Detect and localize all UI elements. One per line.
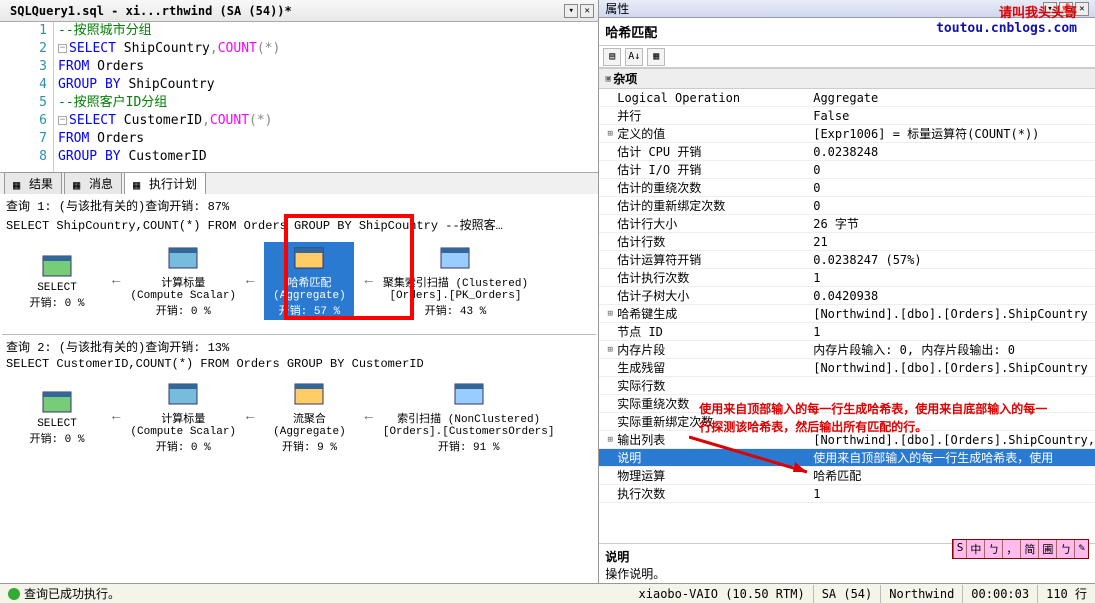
plan-node-select[interactable]: SELECT开销: 0 % [12, 252, 102, 310]
plan-arrow-icon: ← [364, 273, 372, 289]
property-row[interactable]: 估计行大小26 字节 [599, 215, 1095, 233]
status-segment: 00:00:03 [962, 585, 1037, 603]
execution-plan-panel: 查询 1: (与该批有关的)查询开销: 87%SELECT ShipCountr… [0, 194, 598, 583]
msg-icon: ▦ [73, 178, 85, 190]
property-row[interactable]: 估计子树大小0.0420938 [599, 287, 1095, 305]
plan-arrow-icon: ← [112, 409, 120, 425]
code-content[interactable]: --按照城市分组−SELECT ShipCountry,COUNT(*)FROM… [54, 22, 598, 172]
properties-pane: 请叫我头头哥 toutou.cnblogs.com 属性 ▾ 📌 ✕ 哈希匹配 … [599, 0, 1095, 583]
property-row[interactable]: 估计 CPU 开销0.0238248 [599, 143, 1095, 161]
ime-button[interactable]: S [953, 540, 967, 558]
status-segment: xiaobo-VAIO (10.50 RTM) [631, 585, 813, 603]
line-gutter: 12345678 [0, 22, 54, 172]
plan-arrow-icon: ← [364, 409, 372, 425]
tab-结果[interactable]: ▦结果 [4, 172, 62, 194]
plan-arrow-icon: ← [112, 273, 120, 289]
plan-node-cidx[interactable]: 聚集索引扫描 (Clustered)[Orders].[PK_Orders]开销… [383, 244, 528, 318]
success-icon [8, 588, 20, 600]
property-row[interactable]: 执行次数1 [599, 485, 1095, 503]
editor-pane: SQLQuery1.sql - xi...rthwind (SA (54))* … [0, 0, 599, 583]
query-header: 查询 1: (与该批有关的)查询开销: 87% [2, 196, 596, 215]
status-bar: 查询已成功执行。 xiaobo-VAIO (10.50 RTM)SA (54)N… [0, 583, 1095, 603]
property-row[interactable]: ⊞哈希键生成[Northwind].[dbo].[Orders].ShipCou… [599, 305, 1095, 323]
status-segment: SA (54) [813, 585, 881, 603]
tab-dropdown-button[interactable]: ▾ [564, 4, 578, 18]
plan-icon: ▦ [133, 178, 145, 190]
plan-node-select[interactable]: SELECT开销: 0 % [12, 388, 102, 446]
grid-icon: ▦ [13, 178, 25, 190]
watermark: 请叫我头头哥 toutou.cnblogs.com [936, 2, 1077, 36]
ime-button[interactable]: ✎ [1074, 540, 1088, 558]
property-row[interactable]: 物理运算哈希匹配 [599, 467, 1095, 485]
property-row[interactable]: 生成残留[Northwind].[dbo].[Orders].ShipCount… [599, 359, 1095, 377]
plan-arrow-icon: ← [246, 409, 254, 425]
query-header: 查询 2: (与该批有关的)查询开销: 13% [2, 337, 596, 356]
plan-arrow-icon: ← [246, 273, 254, 289]
ime-toolbar[interactable]: S中ㄅ，简圃ㄅ✎ [952, 539, 1089, 559]
property-grid[interactable]: ▣杂项 Logical OperationAggregate并行False⊞定义… [599, 68, 1095, 543]
property-row[interactable]: 说明使用来自顶部输入的每一行生成哈希表，使用 [599, 449, 1095, 467]
ime-button[interactable]: 简 [1020, 540, 1038, 558]
ime-button[interactable]: 圃 [1038, 540, 1056, 558]
property-row[interactable]: 估计的重绕次数0 [599, 179, 1095, 197]
plan-node-scalar[interactable]: 计算标量(Compute Scalar)开销: 0 % [130, 244, 236, 318]
property-row[interactable]: Logical OperationAggregate [599, 89, 1095, 107]
sql-file-tab[interactable]: SQLQuery1.sql - xi...rthwind (SA (54))* [4, 4, 298, 18]
tab-消息[interactable]: ▦消息 [64, 172, 122, 194]
query-sql: SELECT CustomerID,COUNT(*) FROM Orders G… [2, 356, 596, 372]
property-row[interactable]: 实际行数 [599, 377, 1095, 395]
property-row[interactable]: 估计执行次数1 [599, 269, 1095, 287]
tab-执行计划[interactable]: ▦执行计划 [124, 172, 206, 194]
property-row[interactable]: ⊞内存片段内存片段输入: 0, 内存片段输出: 0 [599, 341, 1095, 359]
tab-close-button[interactable]: ✕ [580, 4, 594, 18]
ime-button[interactable]: ， [1002, 540, 1020, 558]
property-row[interactable]: 估计的重新绑定次数0 [599, 197, 1095, 215]
property-row[interactable]: 节点 ID1 [599, 323, 1095, 341]
plan-node-scalar[interactable]: 计算标量(Compute Scalar)开销: 0 % [130, 380, 236, 454]
status-segment: Northwind [880, 585, 962, 603]
properties-toolbar: ▤ A↓ ▦ [599, 46, 1095, 68]
sql-tab-bar: SQLQuery1.sql - xi...rthwind (SA (54))* … [0, 0, 598, 22]
status-message: 查询已成功执行。 [24, 585, 120, 602]
panel-close-button[interactable]: ✕ [1075, 2, 1089, 16]
ime-button[interactable]: 中 [966, 540, 984, 558]
plan-node-hash[interactable]: 哈希匹配(Aggregate)开销: 57 % [264, 242, 354, 320]
sql-editor[interactable]: 12345678 --按照城市分组−SELECT ShipCountry,COU… [0, 22, 598, 172]
property-row[interactable]: 估计 I/O 开销0 [599, 161, 1095, 179]
result-tabs: ▦结果▦消息▦执行计划 [0, 172, 598, 194]
property-row[interactable]: 并行False [599, 107, 1095, 125]
property-row[interactable]: 估计运算符开销0.0238247 (57%) [599, 251, 1095, 269]
ime-button[interactable]: ㄅ [984, 540, 1002, 558]
status-segment: 110 行 [1037, 585, 1095, 603]
property-row[interactable]: 实际重绕次数 [599, 395, 1095, 413]
alphabetical-button[interactable]: A↓ [625, 48, 643, 66]
property-row[interactable]: 估计行数21 [599, 233, 1095, 251]
property-category[interactable]: ▣杂项 [599, 68, 1095, 89]
property-pages-button[interactable]: ▦ [647, 48, 665, 66]
property-row[interactable]: 实际重新绑定次数 [599, 413, 1095, 431]
ime-button[interactable]: ㄅ [1056, 540, 1074, 558]
query-sql: SELECT ShipCountry,COUNT(*) FROM Orders … [2, 215, 596, 234]
categorized-button[interactable]: ▤ [603, 48, 621, 66]
plan-node-idx[interactable]: 索引扫描 (NonClustered)[Orders].[CustomersOr… [383, 380, 555, 454]
property-row[interactable]: ⊞定义的值[Expr1006] = 标量运算符(COUNT(*)) [599, 125, 1095, 143]
plan-node-stream[interactable]: 流聚合(Aggregate)开销: 9 % [264, 380, 354, 454]
property-row[interactable]: ⊞输出列表[Northwind].[dbo].[Orders].ShipCoun… [599, 431, 1095, 449]
